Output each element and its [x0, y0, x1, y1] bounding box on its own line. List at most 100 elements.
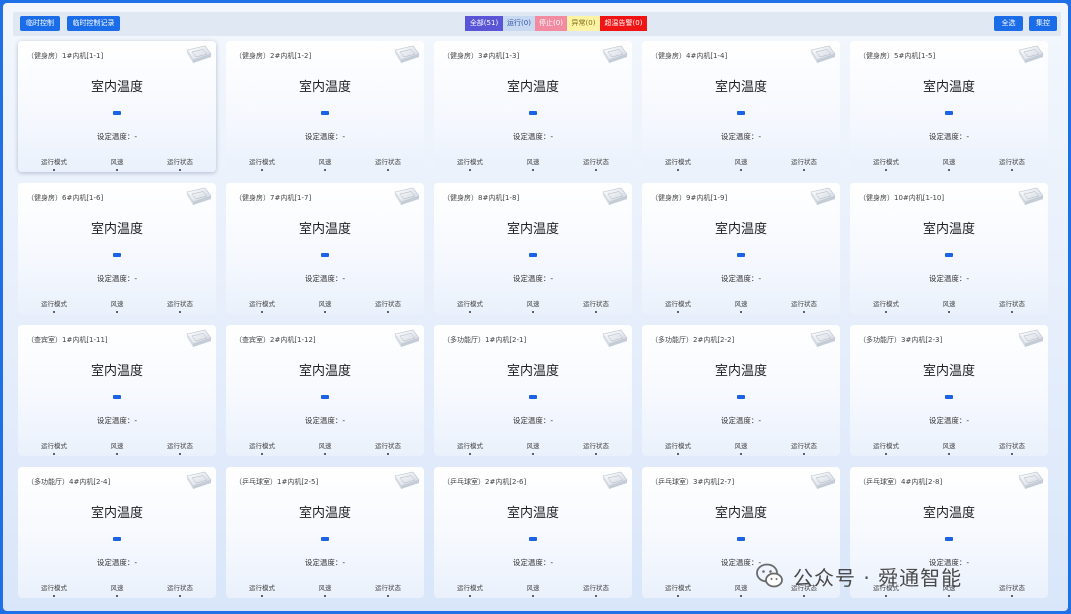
stat-mode-label: 运行模式	[41, 442, 67, 450]
stat-status: 运行状态	[155, 582, 205, 597]
room-temp-label: 室内温度	[90, 506, 143, 521]
room-temp-label: 室内温度	[714, 222, 767, 237]
unit-card[interactable]: （健身房）2#内机[1-2] 室内温度 设定温度：- 运行模式 风速 运行状态	[226, 41, 424, 172]
unit-stats: 运行模式 风速 运行状态	[18, 582, 216, 597]
unit-card-title: （多功能厅）4#内机[2-4]	[27, 478, 111, 486]
stat-status-label: 运行状态	[375, 584, 401, 592]
ac-unit-icon	[807, 470, 837, 494]
watermark-text: 公众号 · 舜通智能	[793, 565, 963, 590]
unit-card[interactable]: （健身房）1#内机[1-1] 室内温度 设定温度：- 运行模式 风速 运行状态	[18, 41, 216, 172]
stat-status-value	[179, 311, 181, 313]
stat-status-label: 运行状态	[375, 158, 401, 166]
stat-fan-speed-label: 风速	[734, 158, 748, 166]
ac-unit-icon	[807, 186, 837, 210]
room-temp-label: 室内温度	[298, 222, 351, 237]
stat-fan-speed-label: 风速	[318, 442, 332, 450]
unit-card[interactable]: （乒乓球室）2#内机[2-6] 室内温度 设定温度：- 运行模式 风速 运行状态	[434, 467, 632, 598]
stat-fan-speed-label: 风速	[110, 584, 124, 592]
stat-status-label: 运行状态	[167, 584, 193, 592]
room-temp-label: 室内温度	[298, 80, 351, 95]
room-temp-label: 室内温度	[922, 506, 975, 521]
stat-status-value	[1011, 311, 1013, 313]
stat-fan-speed-label: 风速	[318, 300, 332, 308]
setpoint-temp-text: 设定温度：-	[96, 274, 138, 283]
unit-card[interactable]: （健身房）10#内机[1-10] 室内温度 设定温度：- 运行模式 风速 运行状态	[850, 183, 1048, 314]
stat-status-value	[803, 169, 805, 171]
setpoint-temp-text: 设定温度：-	[512, 132, 554, 141]
stat-status-value	[387, 169, 389, 171]
stat-mode-label: 运行模式	[457, 300, 483, 308]
stat-fan-speed-value	[532, 311, 534, 313]
unit-card[interactable]: （多功能厅）2#内机[2-2] 室内温度 设定温度：- 运行模式 风速 运行状态	[642, 325, 840, 456]
stat-fan-speed-value	[116, 595, 118, 597]
unit-card[interactable]: （健身房）6#内机[1-6] 室内温度 设定温度：- 运行模式 风速 运行状态	[18, 183, 216, 314]
unit-card[interactable]: （查宾室）2#内机[1-12] 室内温度 设定温度：- 运行模式 风速 运行状态	[226, 325, 424, 456]
unit-stats: 运行模式 风速 运行状态	[642, 440, 840, 455]
stat-mode-value	[885, 453, 887, 455]
stat-fan-speed: 风速	[716, 156, 766, 171]
stat-status-label: 运行状态	[999, 584, 1025, 592]
stat-status: 运行状态	[571, 298, 621, 313]
stat-fan-speed-value	[948, 311, 950, 313]
stat-status-value	[179, 595, 181, 597]
setpoint-temp-text: 设定温度：-	[304, 558, 346, 567]
stat-fan-speed-label: 风速	[110, 300, 124, 308]
stat-fan-speed-value	[740, 169, 742, 171]
stat-status-value	[595, 311, 597, 313]
stat-status: 运行状态	[363, 298, 413, 313]
stat-mode-value	[677, 311, 679, 313]
room-temp-label: 室内温度	[90, 222, 143, 237]
setpoint-temp-text: 设定温度：-	[928, 132, 970, 141]
unit-card[interactable]: （乒乓球室）1#内机[2-5] 室内温度 设定温度：- 运行模式 风速 运行状态	[226, 467, 424, 598]
room-temp-label: 室内温度	[506, 506, 559, 521]
room-temp-label: 室内温度	[298, 364, 351, 379]
unit-card-title: （查宾室）1#内机[1-11]	[27, 336, 108, 344]
unit-stats: 运行模式 风速 运行状态	[226, 298, 424, 313]
unit-card[interactable]: （健身房）7#内机[1-7] 室内温度 设定温度：- 运行模式 风速 运行状态	[226, 183, 424, 314]
unit-card[interactable]: （健身房）5#内机[1-5] 室内温度 设定温度：- 运行模式 风速 运行状态	[850, 41, 1048, 172]
stat-mode: 运行模式	[445, 156, 495, 171]
stat-mode: 运行模式	[29, 156, 79, 171]
unit-card-title: （乒乓球室）2#内机[2-6]	[443, 478, 527, 486]
stat-status: 运行状态	[987, 298, 1037, 313]
setpoint-temp-text: 设定温度：-	[304, 274, 346, 283]
stat-mode-label: 运行模式	[873, 158, 899, 166]
room-temp-indicator	[737, 395, 745, 399]
room-temp-indicator	[529, 253, 537, 257]
stat-fan-speed-label: 风速	[318, 584, 332, 592]
unit-card[interactable]: （健身房）9#内机[1-9] 室内温度 设定温度：- 运行模式 风速 运行状态	[642, 183, 840, 314]
room-temp-label: 室内温度	[922, 80, 975, 95]
unit-card[interactable]: （查宾室）1#内机[1-11] 室内温度 设定温度：- 运行模式 风速 运行状态	[18, 325, 216, 456]
stat-mode-value	[469, 453, 471, 455]
unit-card[interactable]: （健身房）4#内机[1-4] 室内温度 设定温度：- 运行模式 风速 运行状态	[642, 41, 840, 172]
stat-fan-speed: 风速	[716, 440, 766, 455]
stat-mode-label: 运行模式	[249, 442, 275, 450]
ac-unit-icon	[391, 328, 421, 352]
unit-card[interactable]: （健身房）3#内机[1-3] 室内温度 设定温度：- 运行模式 风速 运行状态	[434, 41, 632, 172]
stat-fan-speed: 风速	[300, 298, 350, 313]
stat-mode-value	[677, 595, 679, 597]
unit-card[interactable]: （健身房）8#内机[1-8] 室内温度 设定温度：- 运行模式 风速 运行状态	[434, 183, 632, 314]
unit-card[interactable]: （多功能厅）4#内机[2-4] 室内温度 设定温度：- 运行模式 风速 运行状态	[18, 467, 216, 598]
stat-mode-label: 运行模式	[665, 442, 691, 450]
unit-card[interactable]: （多功能厅）1#内机[2-1] 室内温度 设定温度：- 运行模式 风速 运行状态	[434, 325, 632, 456]
stat-fan-speed-label: 风速	[942, 442, 956, 450]
unit-card[interactable]: （多功能厅）3#内机[2-3] 室内温度 设定温度：- 运行模式 风速 运行状态	[850, 325, 1048, 456]
stat-status-value	[179, 453, 181, 455]
setpoint-temp-text: 设定温度：-	[512, 274, 554, 283]
room-temp-label: 室内温度	[506, 364, 559, 379]
ac-unit-icon	[599, 470, 629, 494]
stat-status: 运行状态	[571, 582, 621, 597]
room-temp-indicator	[737, 253, 745, 257]
stat-status: 运行状态	[155, 156, 205, 171]
unit-card-title: （多功能厅）2#内机[2-2]	[651, 336, 735, 344]
stat-fan-speed-value	[116, 453, 118, 455]
unit-card-title: （健身房）5#内机[1-5]	[859, 52, 936, 60]
ac-unit-icon	[1015, 470, 1045, 494]
setpoint-temp-text: 设定温度：-	[720, 416, 762, 425]
stat-mode-label: 运行模式	[249, 300, 275, 308]
stat-status-label: 运行状态	[999, 158, 1025, 166]
stat-mode-value	[469, 311, 471, 313]
room-temp-label: 室内温度	[506, 222, 559, 237]
stat-fan-speed: 风速	[508, 298, 558, 313]
